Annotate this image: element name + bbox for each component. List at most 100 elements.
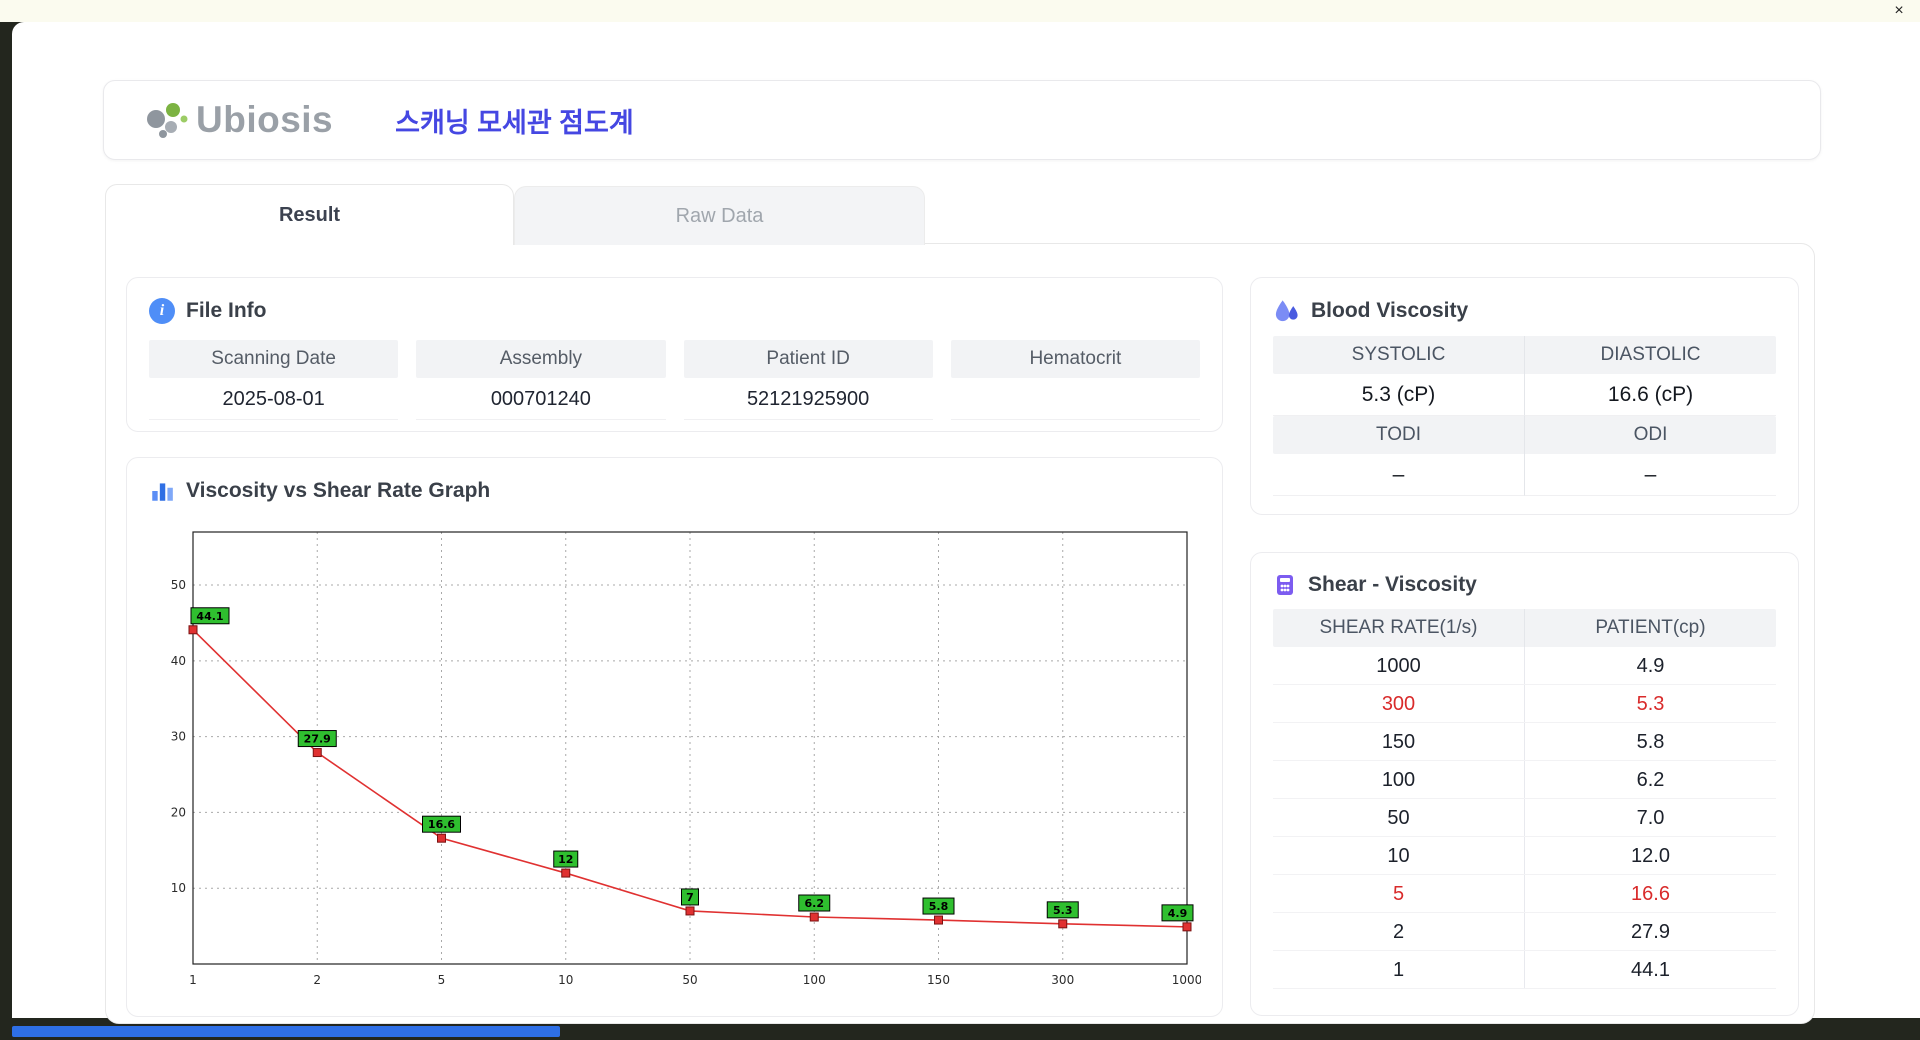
- info-icon: i: [149, 298, 175, 324]
- field-label: Scanning Date: [149, 340, 399, 378]
- table-row: 1 44.1: [1273, 951, 1776, 989]
- close-icon: ×: [1894, 2, 1904, 19]
- shear-rate-value: 2: [1273, 913, 1525, 950]
- app-window: Ubiosis 스캐닝 모세관 점도계 Result Raw Data i Fi…: [12, 22, 1920, 1024]
- shear-rate-value: 300: [1273, 685, 1525, 722]
- shear-viscosity-header: Shear - Viscosity: [1251, 553, 1798, 597]
- table-row: TODI ODI: [1273, 416, 1776, 454]
- svg-text:6.2: 6.2: [805, 897, 825, 910]
- field-value: 000701240: [416, 378, 666, 420]
- patient-value: 5.3: [1636, 693, 1665, 715]
- diastolic-value: 16.6 (cP): [1525, 374, 1776, 416]
- svg-text:30: 30: [171, 730, 186, 744]
- svg-text:20: 20: [171, 805, 186, 819]
- shear-rate-value: 5: [1273, 875, 1525, 912]
- svg-text:50: 50: [682, 973, 697, 987]
- shear-rate-value: 10: [1273, 837, 1525, 874]
- odi-label: ODI: [1633, 424, 1668, 445]
- calculator-icon: [1273, 573, 1297, 597]
- droplet-icon: [1273, 298, 1300, 324]
- blood-viscosity-card: Blood Viscosity SYSTOLIC DIASTOLIC 5.3 (…: [1250, 277, 1799, 515]
- svg-text:1000: 1000: [1172, 973, 1201, 987]
- svg-text:5.8: 5.8: [929, 900, 949, 913]
- svg-text:300: 300: [1051, 973, 1074, 987]
- field-hematocrit: Hematocrit: [950, 340, 1200, 420]
- viscosity-chart: 10 20 30 40 50 1 2 5 10 50 100 150 300 1000 44.1 27.9 16…: [153, 520, 1202, 1003]
- patient-value: 16.6: [1631, 883, 1670, 905]
- svg-text:4.9: 4.9: [1168, 907, 1188, 920]
- leaf-icon: [147, 103, 188, 138]
- table-row: 1000 4.9: [1273, 647, 1776, 685]
- shear-rate-value: 150: [1273, 723, 1525, 760]
- shear-rate-value: 1: [1273, 951, 1525, 988]
- svg-text:100: 100: [803, 973, 826, 987]
- table-row: 100 6.2: [1273, 761, 1776, 799]
- field-value: 52121925900: [683, 378, 933, 420]
- shear-rate-column-header: SHEAR RATE(1/s): [1273, 609, 1525, 647]
- header-card: Ubiosis 스캐닝 모세관 점도계: [103, 80, 1821, 160]
- blood-viscosity-table: SYSTOLIC DIASTOLIC 5.3 (cP) 16.6 (cP) TO…: [1273, 336, 1776, 496]
- brand-text: Ubiosis: [196, 99, 334, 140]
- shear-viscosity-card: Shear - Viscosity SHEAR RATE(1/s) PATIEN…: [1250, 552, 1799, 1016]
- graph-card: Viscosity vs Shear Rate Graph 10 20 30 40 50…: [126, 457, 1223, 1017]
- graph-header: Viscosity vs Shear Rate Graph: [127, 458, 1222, 504]
- shear-rate-value: 1000: [1273, 647, 1525, 684]
- diastolic-label: DIASTOLIC: [1600, 344, 1701, 365]
- content-panel: i File Info Scanning Date 2025-08-01 Ass…: [105, 243, 1815, 1024]
- taskbar-item[interactable]: [12, 1026, 560, 1037]
- svg-text:10: 10: [171, 881, 186, 895]
- table-row: 50 7.0: [1273, 799, 1776, 837]
- svg-text:5.3: 5.3: [1053, 904, 1073, 917]
- file-info-header: i File Info: [127, 278, 1222, 324]
- svg-text:1: 1: [189, 973, 197, 987]
- tabs: Result Raw Data: [105, 184, 925, 245]
- shear-table-body: 1000 4.9 300 5.3 150 5.8 100 6.2 50 7.0 10 12.0 5 16.…: [1273, 647, 1776, 989]
- svg-text:5: 5: [438, 973, 446, 987]
- svg-text:7: 7: [686, 891, 694, 904]
- file-info-fields: Scanning Date 2025-08-01 Assembly 000701…: [149, 340, 1200, 420]
- table-row: SYSTOLIC DIASTOLIC: [1273, 336, 1776, 374]
- graph-title: Viscosity vs Shear Rate Graph: [186, 479, 491, 502]
- patient-value: 44.1: [1631, 959, 1670, 981]
- field-scanning-date: Scanning Date 2025-08-01: [149, 340, 399, 420]
- close-button[interactable]: ×: [1888, 1, 1910, 21]
- svg-text:44.1: 44.1: [196, 610, 223, 623]
- brand-logo: Ubiosis: [142, 99, 333, 141]
- field-assembly: Assembly 000701240: [416, 340, 666, 420]
- patient-value: 4.9: [1636, 655, 1665, 677]
- shear-viscosity-table: SHEAR RATE(1/s) PATIENT(cp) 1000 4.9 300 5.…: [1273, 609, 1776, 989]
- app-title: 스캐닝 모세관 점도계: [395, 107, 634, 138]
- bar-chart-icon: [149, 478, 175, 504]
- patient-value: 12.0: [1631, 845, 1670, 867]
- blood-viscosity-title: Blood Viscosity: [1311, 299, 1469, 322]
- field-patient-id: Patient ID 52121925900: [683, 340, 933, 420]
- field-label: Assembly: [416, 340, 666, 378]
- shear-rate-value: 100: [1273, 761, 1525, 798]
- table-row: 150 5.8: [1273, 723, 1776, 761]
- systolic-label: SYSTOLIC: [1273, 336, 1525, 374]
- patient-column-header: PATIENT(cp): [1595, 617, 1706, 638]
- table-row: 5 16.6: [1273, 875, 1776, 913]
- field-label: Hematocrit: [950, 340, 1200, 378]
- field-value: 2025-08-01: [149, 378, 399, 420]
- odi-value: –: [1525, 454, 1776, 496]
- patient-value: 7.0: [1636, 807, 1665, 829]
- table-row: 300 5.3: [1273, 685, 1776, 723]
- svg-text:27.9: 27.9: [304, 733, 331, 746]
- field-label: Patient ID: [683, 340, 933, 378]
- todi-value: –: [1273, 454, 1525, 496]
- svg-text:2: 2: [313, 973, 321, 987]
- patient-value: 5.8: [1636, 731, 1665, 753]
- svg-text:50: 50: [171, 578, 186, 592]
- window-title-strip: ×: [0, 0, 1920, 22]
- svg-text:12: 12: [558, 853, 573, 866]
- field-value: [950, 378, 1200, 420]
- svg-text:16.6: 16.6: [428, 818, 455, 831]
- table-row: 5.3 (cP) 16.6 (cP): [1273, 374, 1776, 416]
- tab-result[interactable]: Result: [105, 184, 514, 245]
- svg-text:10: 10: [558, 973, 573, 987]
- table-header-row: SHEAR RATE(1/s) PATIENT(cp): [1273, 609, 1776, 647]
- tab-raw-data[interactable]: Raw Data: [514, 186, 925, 245]
- shear-viscosity-title: Shear - Viscosity: [1308, 573, 1477, 596]
- table-row: 10 12.0: [1273, 837, 1776, 875]
